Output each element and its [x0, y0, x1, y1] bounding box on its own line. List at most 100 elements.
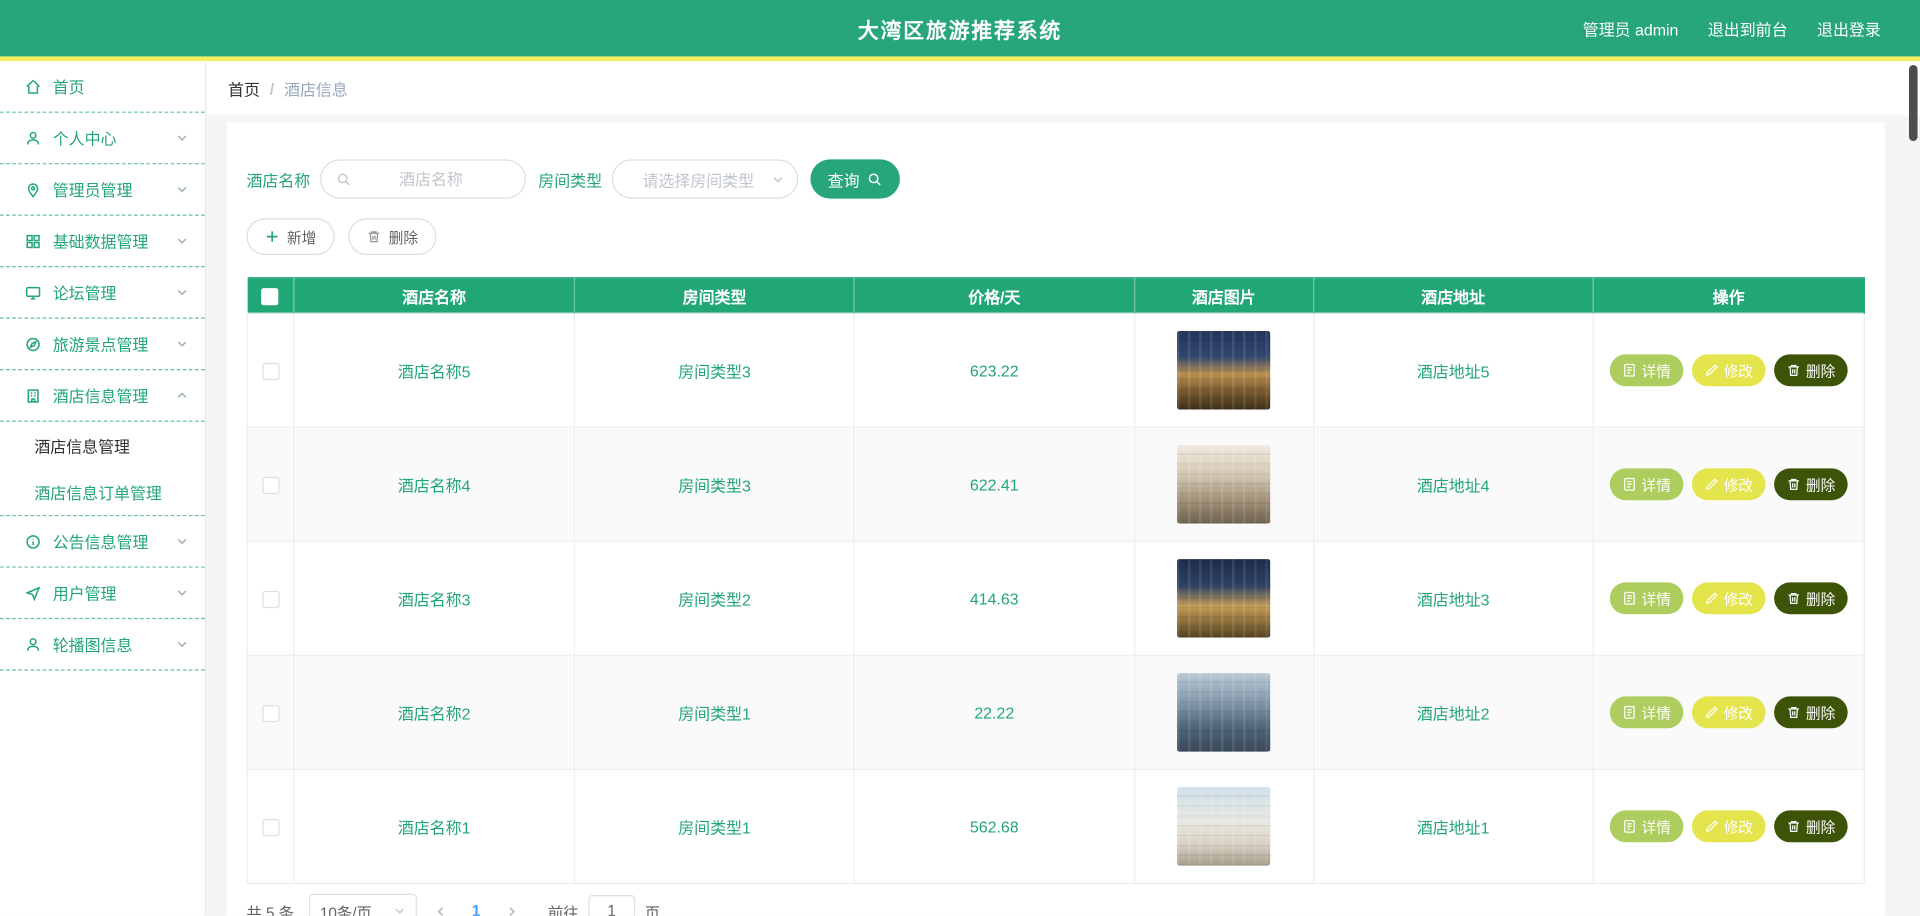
page-size-select[interactable]: 10条/页 — [308, 893, 417, 916]
room-type-cell: 房间类型3 — [574, 426, 856, 542]
hotel-address-cell: 酒店地址3 — [1312, 540, 1594, 656]
compass-icon — [25, 335, 42, 352]
hotel-image[interactable] — [1177, 331, 1271, 410]
row-delete-button[interactable]: 删除 — [1773, 810, 1848, 843]
add-button[interactable]: 新增 — [246, 218, 335, 256]
hotel-image[interactable] — [1177, 787, 1271, 866]
row-checkbox[interactable] — [261, 362, 279, 380]
hotel-name-input[interactable] — [351, 169, 511, 189]
chevron-down-icon — [175, 586, 188, 599]
sidebar-subitem-hotel-info-management[interactable]: 酒店信息管理 — [0, 422, 205, 469]
user-icon — [25, 129, 42, 146]
sidebar-submenu-hotel: 酒店信息管理 酒店信息订单管理 — [0, 422, 205, 517]
hotel-image[interactable] — [1177, 673, 1271, 752]
column-header-address: 酒店地址 — [1313, 277, 1594, 314]
row-delete-button[interactable]: 删除 — [1773, 582, 1848, 615]
breadcrumb-home[interactable]: 首页 — [228, 77, 260, 100]
main-content: 首页 / 酒店信息 酒店名称 房间类型 请选择房间类型 — [205, 61, 1920, 916]
hotel-image[interactable] — [1177, 559, 1271, 638]
detail-button[interactable]: 详情 — [1609, 582, 1684, 615]
sidebar-item-basic-data-management[interactable]: 基础数据管理 — [0, 216, 205, 268]
next-page-button[interactable] — [498, 904, 526, 916]
sidebar-item-home[interactable]: 首页 — [0, 61, 205, 113]
edit-button[interactable]: 修改 — [1691, 354, 1766, 387]
search-form: 酒店名称 房间类型 请选择房间类型 查询 — [246, 159, 1864, 199]
price-cell: 623.22 — [853, 312, 1135, 428]
row-actions: 详情 修改 删除 — [1594, 696, 1864, 729]
sidebar-item-user-management[interactable]: 用户管理 — [0, 568, 205, 620]
hotel-address-cell: 酒店地址5 — [1312, 312, 1594, 428]
page-unit-label: 页 — [644, 904, 661, 916]
sidebar-item-label: 轮播图信息 — [52, 636, 133, 655]
room-type-placeholder: 请选择房间类型 — [642, 171, 755, 190]
trash-icon — [1788, 821, 1799, 833]
total-count-label: 共 5 条 — [246, 904, 295, 916]
hotel-name-cell: 酒店名称5 — [293, 312, 576, 428]
chevron-down-icon — [175, 286, 188, 299]
sidebar-item-personal-center[interactable]: 个人中心 — [0, 113, 205, 165]
exit-to-front-link[interactable]: 退出到前台 — [1708, 17, 1788, 40]
sidebar-item-carousel-info[interactable]: 轮播图信息 — [0, 619, 205, 671]
content-panel: 酒店名称 房间类型 请选择房间类型 查询 — [226, 122, 1885, 916]
row-actions: 详情 修改 删除 — [1594, 810, 1864, 843]
scrollbar[interactable] — [1908, 64, 1918, 141]
hotel-name-cell: 酒店名称3 — [293, 540, 576, 656]
hotel-name-cell: 酒店名称4 — [293, 426, 576, 542]
page-number-1[interactable]: 1 — [465, 902, 488, 915]
price-cell: 22.22 — [853, 654, 1135, 770]
search-icon — [868, 172, 881, 185]
person-icon — [25, 636, 42, 653]
row-checkbox[interactable] — [261, 590, 279, 608]
logout-link[interactable]: 退出登录 — [1817, 17, 1881, 40]
row-checkbox[interactable] — [261, 818, 279, 836]
edit-button[interactable]: 修改 — [1691, 468, 1766, 501]
sidebar-item-label: 首页 — [52, 78, 85, 97]
row-delete-button[interactable]: 删除 — [1773, 354, 1848, 387]
chevron-down-icon — [175, 535, 188, 548]
room-type-cell: 房间类型1 — [574, 654, 856, 770]
detail-button[interactable]: 详情 — [1609, 354, 1684, 387]
sidebar-item-hotel-info-management[interactable]: 酒店信息管理 — [0, 370, 205, 422]
sidebar-item-label: 酒店信息管理 — [52, 387, 149, 406]
detail-button[interactable]: 详情 — [1609, 696, 1684, 729]
hotel-address-cell: 酒店地址2 — [1312, 654, 1594, 770]
room-type-select[interactable]: 请选择房间类型 — [611, 159, 799, 199]
batch-delete-button[interactable]: 删除 — [348, 218, 437, 256]
sidebar-item-announcement-management[interactable]: 公告信息管理 — [0, 516, 205, 568]
sidebar-item-scenic-spot-management[interactable]: 旅游景点管理 — [0, 319, 205, 371]
detail-button[interactable]: 详情 — [1609, 468, 1684, 501]
select-all-checkbox[interactable] — [261, 287, 279, 306]
edit-button[interactable]: 修改 — [1691, 696, 1766, 729]
row-checkbox[interactable] — [261, 704, 279, 722]
sidebar-item-admin-management[interactable]: 管理员管理 — [0, 164, 205, 216]
pagination: 共 5 条 10条/页 1 前往 页 — [246, 893, 1864, 916]
document-icon — [1623, 819, 1635, 833]
row-actions: 详情 修改 删除 — [1594, 354, 1864, 387]
row-delete-button[interactable]: 删除 — [1773, 696, 1848, 729]
detail-button[interactable]: 详情 — [1609, 810, 1684, 843]
app-window: 大湾区旅游推荐系统 管理员 admin 退出到前台 退出登录 首页 个人中心 管… — [0, 0, 1920, 916]
chevron-down-icon — [175, 638, 188, 651]
document-icon — [1623, 591, 1635, 605]
sidebar-subitem-hotel-order-management[interactable]: 酒店信息订单管理 — [0, 468, 205, 515]
row-checkbox[interactable] — [261, 476, 279, 494]
sidebar: 首页 个人中心 管理员管理 基础数据管理 论坛管理 旅游景点管理 酒店信息管理 … — [0, 61, 206, 916]
edit-button[interactable]: 修改 — [1691, 810, 1766, 843]
hotels-table: 酒店名称 房间类型 价格/天 酒店图片 酒店地址 操作 酒店名称5 房间类型3 — [246, 277, 1865, 884]
header-right: 管理员 admin 退出到前台 退出登录 — [1583, 17, 1920, 40]
plus-icon — [265, 229, 280, 244]
prev-page-button[interactable] — [427, 904, 455, 916]
sidebar-item-forum-management[interactable]: 论坛管理 — [0, 267, 205, 319]
goto-page-input[interactable] — [588, 895, 635, 916]
query-button[interactable]: 查询 — [810, 159, 900, 199]
hotel-image[interactable] — [1177, 445, 1271, 524]
row-delete-button[interactable]: 删除 — [1773, 468, 1848, 501]
hotel-name-cell: 酒店名称2 — [293, 654, 576, 770]
sidebar-item-label: 旅游景点管理 — [52, 335, 149, 355]
edit-button[interactable]: 修改 — [1691, 582, 1766, 615]
pencil-icon — [1705, 820, 1718, 833]
table-row: 酒店名称2 房间类型1 22.22 酒店地址2 详情 修改 删除 — [246, 654, 1865, 770]
page-size-value: 10条/页 — [319, 904, 372, 916]
goto-label: 前往 — [547, 904, 579, 916]
chevron-up-icon — [175, 389, 188, 402]
